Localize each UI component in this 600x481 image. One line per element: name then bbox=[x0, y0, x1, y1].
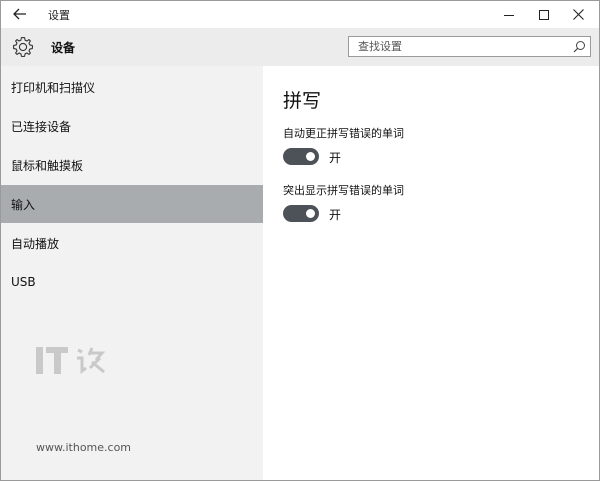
back-arrow-icon bbox=[13, 8, 26, 20]
minimize-button[interactable] bbox=[492, 1, 525, 28]
page-title: 设备 bbox=[51, 41, 76, 55]
sidebar-item-label: 已连接设备 bbox=[11, 119, 72, 134]
search-box[interactable] bbox=[348, 36, 591, 57]
main-content: 拼写 自动更正拼写错误的单词 开 突出显示拼写错误的单词 开 bbox=[263, 66, 599, 480]
minimize-icon bbox=[503, 15, 514, 16]
sidebar-item-label: 输入 bbox=[11, 197, 36, 212]
sidebar-item-mouse-touchpad[interactable]: 鼠标和触摸板 bbox=[1, 146, 263, 184]
highlight-misspelled-label: 突出显示拼写错误的单词 bbox=[283, 184, 404, 197]
maximize-button[interactable] bbox=[527, 1, 560, 28]
toggle-knob bbox=[306, 152, 315, 161]
sidebar-item-label: 自动播放 bbox=[11, 236, 60, 251]
sidebar-item-printers-scanners[interactable]: 打印机和扫描仪 bbox=[1, 68, 263, 106]
close-button[interactable] bbox=[562, 1, 595, 28]
sidebar-item-label: 打印机和扫描仪 bbox=[11, 80, 96, 95]
title-bar: 设置 bbox=[1, 1, 599, 28]
window-title: 设置 bbox=[48, 9, 70, 22]
page-header: 设备 bbox=[1, 28, 599, 66]
gear-icon bbox=[12, 36, 34, 58]
sidebar-item-label: 鼠标和触摸板 bbox=[11, 158, 84, 173]
maximize-icon bbox=[538, 9, 549, 20]
watermark-url: www.ithome.com bbox=[36, 441, 132, 454]
sidebar-item-usb[interactable]: USB bbox=[1, 263, 263, 301]
section-title: 拼写 bbox=[283, 90, 322, 112]
autocorrect-state: 开 bbox=[329, 151, 342, 165]
sidebar-item-typing[interactable]: 输入 bbox=[1, 185, 263, 223]
sidebar-item-autoplay[interactable]: 自动播放 bbox=[1, 224, 263, 262]
search-input[interactable] bbox=[349, 37, 571, 56]
sidebar-item-label: USB bbox=[11, 275, 36, 289]
autocorrect-toggle[interactable] bbox=[283, 148, 319, 165]
highlight-misspelled-toggle[interactable] bbox=[283, 205, 319, 222]
highlight-misspelled-state: 开 bbox=[329, 208, 342, 222]
toggle-knob bbox=[306, 209, 315, 218]
ithome-logo bbox=[36, 347, 106, 374]
back-button[interactable] bbox=[7, 3, 33, 25]
autocorrect-label: 自动更正拼写错误的单词 bbox=[283, 127, 404, 140]
close-icon bbox=[573, 9, 584, 20]
sidebar-item-connected-devices[interactable]: 已连接设备 bbox=[1, 107, 263, 145]
search-icon[interactable] bbox=[573, 40, 586, 53]
